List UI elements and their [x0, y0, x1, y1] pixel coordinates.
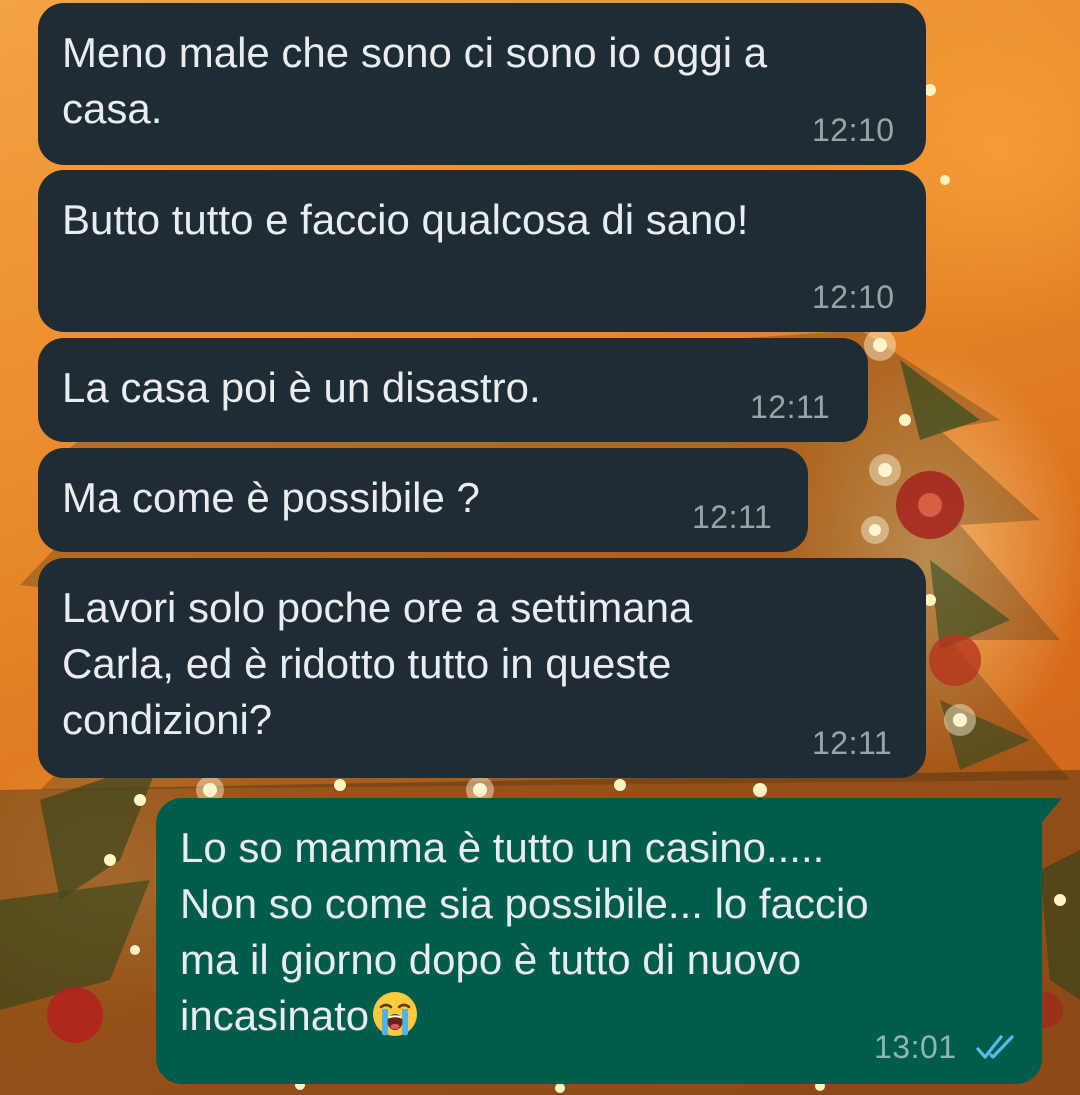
incoming-message[interactable]: Lavori solo poche ore a settimana Carla,…	[38, 558, 926, 778]
double-check-read-icon	[976, 1035, 1014, 1059]
message-text: Lo so mamma è tutto un casino..... Non s…	[180, 820, 869, 1044]
message-timestamp: 12:11	[750, 389, 831, 425]
message-text: Ma come è possibile ?	[62, 474, 480, 521]
incoming-message[interactable]: Meno male che sono ci sono io oggi a cas…	[38, 3, 926, 165]
message-timestamp: 12:11	[692, 499, 773, 535]
chat-area: Meno male che sono ci sono io oggi a cas…	[0, 0, 1080, 1095]
outgoing-message[interactable]: Lo so mamma è tutto un casino..... Non s…	[156, 798, 1042, 1084]
message-timestamp: 12:10	[812, 112, 895, 148]
message-text: Butto tutto e faccio qualcosa di sano!	[62, 196, 749, 243]
message-text-content: Lo so mamma è tutto un casino..... Non s…	[180, 824, 869, 1039]
incoming-message[interactable]: Ma come è possibile ? 12:11	[38, 448, 808, 552]
message-text: Lavori solo poche ore a settimana Carla,…	[62, 584, 693, 743]
message-timestamp: 12:11	[812, 725, 893, 761]
message-timestamp: 12:10	[812, 279, 895, 315]
message-timestamp: 13:01	[874, 1029, 957, 1065]
incoming-message[interactable]: La casa poi è un disastro. 12:11	[38, 338, 868, 442]
outgoing-bubble-tail	[1042, 798, 1062, 822]
loudly-crying-face-icon	[373, 992, 418, 1036]
incoming-message[interactable]: Butto tutto e faccio qualcosa di sano! 1…	[38, 170, 926, 332]
message-text: Meno male che sono ci sono io oggi a cas…	[62, 29, 768, 132]
message-text: La casa poi è un disastro.	[62, 364, 541, 411]
